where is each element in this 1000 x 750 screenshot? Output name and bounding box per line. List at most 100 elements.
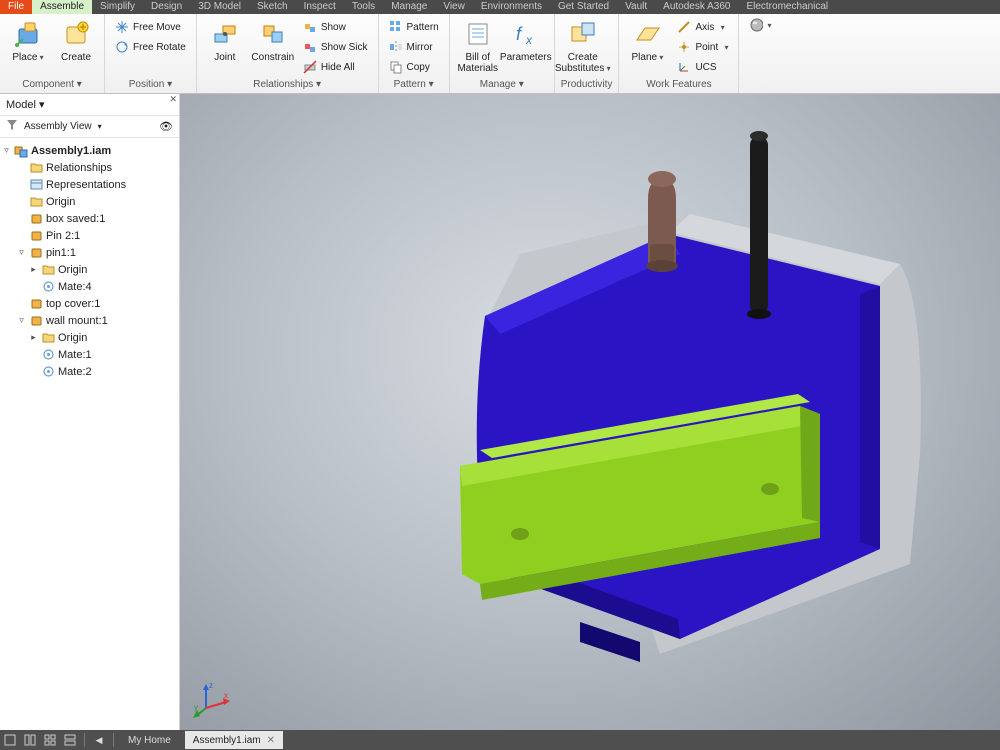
tree-node[interactable]: Mate:4 bbox=[2, 278, 177, 295]
point-label: Point bbox=[695, 42, 718, 53]
mirror-label: Mirror bbox=[407, 42, 433, 53]
show-button[interactable]: Show bbox=[299, 18, 372, 36]
hide-all-label: Hide All bbox=[321, 62, 355, 73]
plane-label: Plane bbox=[632, 52, 664, 63]
tree-twisty[interactable]: ▿ bbox=[17, 315, 26, 326]
svg-text:x: x bbox=[224, 691, 228, 700]
view-triad-icon: z x y bbox=[192, 678, 232, 718]
place-icon bbox=[12, 18, 44, 50]
mate-icon bbox=[41, 348, 55, 362]
document-tab[interactable]: Assembly1.iam ✕ bbox=[185, 731, 283, 749]
tree-node-label: Origin bbox=[46, 196, 75, 208]
create-substitutes-button[interactable]: Create Substitutes bbox=[561, 16, 605, 74]
free-rotate-button[interactable]: Free Rotate bbox=[111, 38, 190, 56]
menu-view[interactable]: View bbox=[435, 0, 473, 14]
tree-node-label: Origin bbox=[58, 264, 87, 276]
bom-button[interactable]: Bill of Materials bbox=[456, 16, 500, 74]
assembly-view-label[interactable]: Assembly View bbox=[24, 121, 92, 132]
tree-twisty[interactable]: ▸ bbox=[29, 332, 38, 343]
appearance-dropdown[interactable]: ▾ bbox=[745, 16, 775, 34]
copy-button[interactable]: Copy bbox=[385, 58, 443, 76]
ribbon-group-work-features: Plane Axis ▾ Point ▾ UCS Work Features bbox=[619, 14, 739, 93]
svg-text:x: x bbox=[525, 33, 533, 47]
menu-environments[interactable]: Environments bbox=[473, 0, 550, 14]
tree-node-label: Origin bbox=[58, 332, 87, 344]
tree-node[interactable]: ▿pin1:1 bbox=[2, 244, 177, 261]
menu-file[interactable]: File bbox=[0, 0, 32, 14]
menu-get-started[interactable]: Get Started bbox=[550, 0, 617, 14]
tree-node[interactable]: box saved:1 bbox=[2, 210, 177, 227]
menu-design[interactable]: Design bbox=[143, 0, 190, 14]
prev-tab-button[interactable]: ◀ bbox=[89, 730, 109, 750]
tree-node[interactable]: Representations bbox=[2, 176, 177, 193]
menu-vault[interactable]: Vault bbox=[617, 0, 655, 14]
axis-button[interactable]: Axis ▾ bbox=[673, 18, 732, 36]
constrain-button[interactable]: Constrain bbox=[251, 16, 295, 63]
view-mode-3-button[interactable] bbox=[40, 730, 60, 750]
parameters-button[interactable]: fx Parameters bbox=[504, 16, 548, 63]
part-icon bbox=[29, 246, 43, 260]
view-mode-1-button[interactable] bbox=[0, 730, 20, 750]
tree-node[interactable]: Pin 2:1 bbox=[2, 227, 177, 244]
menu-3d-model[interactable]: 3D Model bbox=[190, 0, 249, 14]
menu-manage[interactable]: Manage bbox=[383, 0, 435, 14]
view-mode-4-button[interactable] bbox=[60, 730, 80, 750]
parameters-icon: fx bbox=[510, 18, 542, 50]
tree-root[interactable]: ▿ Assembly1.iam bbox=[2, 142, 177, 159]
tree-node-label: Mate:1 bbox=[58, 349, 92, 361]
tree-node[interactable]: Mate:2 bbox=[2, 363, 177, 380]
point-icon bbox=[677, 40, 691, 54]
tree-node[interactable]: ▿wall mount:1 bbox=[2, 312, 177, 329]
parameters-label: Parameters bbox=[500, 52, 552, 63]
axis-label: Axis bbox=[695, 22, 714, 33]
mirror-button[interactable]: Mirror bbox=[385, 38, 443, 56]
tree-node-label: Relationships bbox=[46, 162, 112, 174]
pattern-label: Pattern bbox=[407, 22, 439, 33]
hide-all-button[interactable]: Hide All bbox=[299, 58, 372, 76]
create-button[interactable]: Create bbox=[54, 16, 98, 63]
close-tab-icon[interactable]: ✕ bbox=[267, 735, 275, 746]
folder-icon bbox=[29, 161, 43, 175]
menu-simplify[interactable]: Simplify bbox=[92, 0, 143, 14]
ribbon-group-position: Free Move Free Rotate Position ▾ bbox=[105, 14, 197, 93]
tree-node[interactable]: ▸ Origin bbox=[2, 329, 177, 346]
menu-electromechanical[interactable]: Electromechanical bbox=[738, 0, 836, 14]
show-label: Show bbox=[321, 22, 346, 33]
find-icon[interactable]: 👁 bbox=[159, 120, 173, 133]
tree-node[interactable]: Origin bbox=[2, 193, 177, 210]
browser-close-icon[interactable]: ✕ bbox=[169, 94, 177, 105]
view-mode-2-button[interactable] bbox=[20, 730, 40, 750]
tree-node[interactable]: Mate:1 bbox=[2, 346, 177, 363]
ucs-button[interactable]: UCS bbox=[673, 58, 732, 76]
menu-sketch[interactable]: Sketch bbox=[249, 0, 296, 14]
tree-node[interactable]: Relationships bbox=[2, 159, 177, 176]
filter-icon[interactable] bbox=[6, 119, 18, 134]
tree-node[interactable]: top cover:1 bbox=[2, 295, 177, 312]
tree-twisty[interactable]: ▸ bbox=[29, 264, 38, 275]
browser-title[interactable]: Model ▾ bbox=[0, 94, 179, 116]
svg-text:z: z bbox=[209, 681, 213, 690]
tree-node[interactable]: ▸ Origin bbox=[2, 261, 177, 278]
plane-button[interactable]: Plane bbox=[625, 16, 669, 63]
my-home-tab[interactable]: My Home bbox=[118, 735, 181, 746]
assembly-icon bbox=[14, 144, 28, 158]
tree-twisty[interactable]: ▿ bbox=[17, 247, 26, 258]
menu-assemble[interactable]: Assemble bbox=[32, 0, 92, 14]
menu-inspect[interactable]: Inspect bbox=[296, 0, 344, 14]
tree-node-label: Pin 2:1 bbox=[46, 230, 80, 242]
menu-a360[interactable]: Autodesk A360 bbox=[655, 0, 738, 14]
free-move-icon bbox=[115, 20, 129, 34]
viewport-3d[interactable]: z x y bbox=[180, 94, 1000, 730]
point-button[interactable]: Point ▾ bbox=[673, 38, 732, 56]
part-icon bbox=[29, 297, 43, 311]
place-button[interactable]: Place bbox=[6, 16, 50, 63]
pattern-button[interactable]: Pattern bbox=[385, 18, 443, 36]
joint-button[interactable]: Joint bbox=[203, 16, 247, 63]
ribbon-group-misc: ▾ bbox=[739, 14, 781, 93]
menu-tools[interactable]: Tools bbox=[344, 0, 383, 14]
show-sick-icon bbox=[303, 40, 317, 54]
mate-icon bbox=[41, 365, 55, 379]
ribbon-group-relationships: Joint Constrain Show Show Sick bbox=[197, 14, 379, 93]
show-sick-button[interactable]: Show Sick bbox=[299, 38, 372, 56]
free-move-button[interactable]: Free Move bbox=[111, 18, 190, 36]
